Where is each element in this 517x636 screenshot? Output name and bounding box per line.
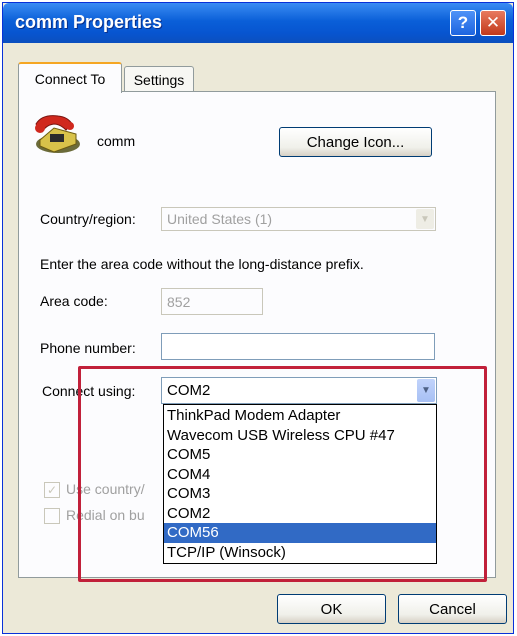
chevron-down-icon[interactable]: ▼ <box>417 379 435 402</box>
use-country-label: Use country/ <box>66 481 145 497</box>
option-item[interactable]: COM2 <box>164 504 436 524</box>
close-icon: ✕ <box>485 13 501 32</box>
redial-label: Redial on bu <box>66 507 145 523</box>
option-item-selected[interactable]: COM56 <box>164 523 436 543</box>
country-select[interactable]: United States (1) ▼ <box>161 207 436 231</box>
country-value: United States (1) <box>167 211 273 227</box>
ok-button[interactable]: OK <box>277 594 386 624</box>
change-icon-button[interactable]: Change Icon... <box>279 127 432 157</box>
option-item[interactable]: COM4 <box>164 465 436 485</box>
phone-number-label: Phone number: <box>40 340 136 356</box>
connect-using-value: COM2 <box>167 382 211 399</box>
chevron-down-icon: ▼ <box>416 209 434 229</box>
option-item[interactable]: ThinkPad Modem Adapter <box>164 406 436 426</box>
connect-using-options[interactable]: ThinkPad Modem Adapter Wavecom USB Wirel… <box>163 404 437 564</box>
help-icon: ? <box>457 13 469 32</box>
use-country-checkbox[interactable]: ✓ <box>44 482 60 498</box>
cancel-button[interactable]: Cancel <box>398 594 507 624</box>
country-label: Country/region: <box>40 211 136 227</box>
phone-number-field[interactable] <box>161 333 435 360</box>
tab-settings[interactable]: Settings <box>124 66 194 92</box>
area-code-label: Area code: <box>40 293 108 309</box>
connect-using-label: Connect using: <box>42 383 136 399</box>
tab-connect-to[interactable]: Connect To <box>18 62 122 93</box>
connect-using-select[interactable]: COM2 ▼ <box>161 377 437 404</box>
instruction-text: Enter the area code without the long-dis… <box>40 256 364 272</box>
window-title: comm Properties <box>15 12 163 32</box>
option-item[interactable]: COM3 <box>164 484 436 504</box>
phone-icon <box>35 115 80 153</box>
option-item[interactable]: TCP/IP (Winsock) <box>164 543 436 563</box>
option-item[interactable]: COM5 <box>164 445 436 465</box>
area-code-field[interactable]: 852 <box>161 288 263 315</box>
area-code-value: 852 <box>167 293 191 310</box>
title-bar[interactable]: comm Properties ? ✕ <box>3 3 513 43</box>
close-button[interactable]: ✕ <box>480 10 506 36</box>
help-button[interactable]: ? <box>450 10 476 36</box>
option-item[interactable]: Wavecom USB Wireless CPU #47 <box>164 426 436 446</box>
connection-name: comm <box>97 133 136 149</box>
redial-checkbox[interactable] <box>44 508 60 524</box>
